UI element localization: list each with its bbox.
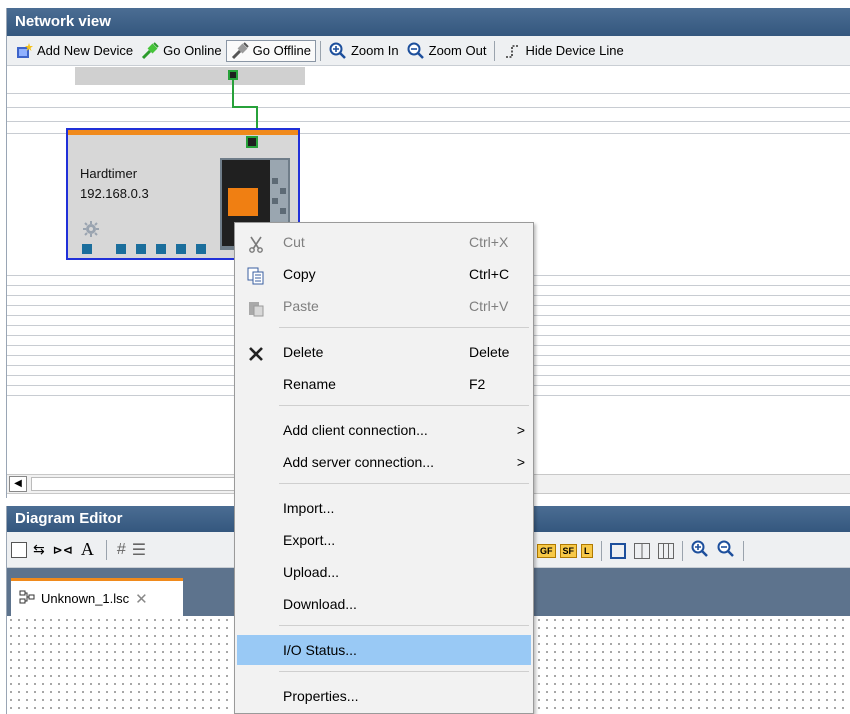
menu-item-delete[interactable]: Delete Delete: [235, 337, 533, 367]
device-port: [176, 244, 186, 254]
delete-x-icon: [247, 343, 265, 361]
menu-item-properties[interactable]: Properties...: [235, 681, 533, 711]
zoom-in-icon: [329, 42, 347, 60]
device-port: [196, 244, 206, 254]
zoom-out-icon: [407, 42, 425, 60]
menu-item-rename[interactable]: Rename F2: [235, 369, 533, 399]
select-pointer-icon[interactable]: [11, 541, 27, 558]
editor-zoom-out-icon[interactable]: [717, 540, 735, 561]
submenu-arrow-icon: >: [516, 454, 525, 470]
align-tool-icon[interactable]: ☰: [132, 540, 146, 560]
menu-item-paste[interactable]: Paste Ctrl+V: [235, 291, 533, 321]
toolbar-separator: [105, 539, 107, 560]
menu-item-upload[interactable]: Upload...: [235, 557, 533, 587]
device-port: [156, 244, 166, 254]
toolbar-separator: [742, 540, 744, 561]
network-view-toolbar: Add New Device Go Online Go Offline Zoom…: [7, 36, 850, 66]
tab-unknown-1[interactable]: Unknown_1.lsc ✕: [11, 578, 183, 616]
submenu-arrow-icon: >: [516, 422, 525, 438]
scroll-left-arrow-icon[interactable]: ◀: [9, 476, 27, 492]
toolbar-separator: [600, 540, 602, 561]
toolbar-separator: [494, 40, 496, 61]
split-view-icon[interactable]: [633, 542, 650, 559]
go-offline-label: Go Offline: [252, 43, 311, 58]
go-offline-button[interactable]: Go Offline: [225, 39, 316, 62]
editor-zoom-in-icon[interactable]: [691, 540, 709, 561]
device-port: [136, 244, 146, 254]
device-ports: [82, 244, 206, 254]
single-view-icon[interactable]: [609, 542, 626, 559]
menu-separator: [279, 671, 529, 672]
menu-item-copy[interactable]: Copy Ctrl+C: [235, 259, 533, 289]
editor-tool-group-right: GF SF L: [537, 540, 748, 561]
sf-tag-icon[interactable]: SF: [559, 543, 578, 558]
network-view-title: Network view: [7, 8, 850, 36]
menu-item-download[interactable]: Download...: [235, 589, 533, 619]
menu-separator: [279, 405, 529, 406]
close-tab-icon[interactable]: ✕: [135, 590, 148, 608]
connector-tool-icon[interactable]: ⇆: [33, 541, 45, 558]
device-line-icon: [503, 42, 521, 60]
menu-item-io-status[interactable]: I/O Status...: [237, 635, 531, 665]
toolbar-separator: [681, 540, 683, 561]
text-tool-icon[interactable]: A: [81, 539, 94, 560]
scissors-icon: [247, 233, 265, 253]
toolbar-separator: [319, 40, 321, 61]
menu-separator: [279, 483, 529, 484]
zoom-in-button[interactable]: Zoom In: [325, 40, 403, 62]
triple-view-icon[interactable]: [657, 542, 674, 559]
go-online-button[interactable]: Go Online: [137, 40, 226, 62]
scrollbar-thumb[interactable]: [31, 477, 253, 491]
gf-tag-icon[interactable]: GF: [537, 543, 556, 558]
hide-device-line-button[interactable]: Hide Device Line: [499, 40, 627, 62]
block-tool-icon[interactable]: ⊳⊲: [53, 543, 73, 557]
add-new-device-label: Add New Device: [37, 43, 134, 58]
zoom-out-label: Zoom Out: [428, 43, 487, 58]
add-new-device-button[interactable]: Add New Device: [11, 40, 137, 62]
device-accent-bar: [68, 130, 298, 135]
context-menu: Cut Ctrl+X Copy Ctrl+C Paste Ctrl+V Dele…: [234, 222, 534, 714]
zoom-in-label: Zoom In: [350, 43, 399, 58]
l-tag-icon[interactable]: L: [581, 543, 593, 558]
hide-device-line-label: Hide Device Line: [525, 43, 624, 58]
menu-item-add-client-connection[interactable]: Add client connection... >: [235, 415, 533, 445]
tab-label: Unknown_1.lsc: [41, 591, 130, 606]
go-online-label: Go Online: [163, 43, 222, 58]
add-device-icon: [15, 42, 33, 60]
menu-separator: [279, 625, 529, 626]
device-settings-gear-icon[interactable]: [82, 220, 100, 241]
menu-separator: [279, 327, 529, 328]
device-port: [116, 244, 126, 254]
device-name: Hardtimer: [80, 166, 138, 181]
paste-icon: [247, 297, 265, 317]
device-ip: 192.168.0.3: [80, 186, 149, 201]
zoom-out-button[interactable]: Zoom Out: [403, 40, 491, 62]
menu-item-cut[interactable]: Cut Ctrl+X: [235, 227, 533, 257]
menu-item-import[interactable]: Import...: [235, 493, 533, 523]
menu-item-export[interactable]: Export...: [235, 525, 533, 555]
grid-tool-icon[interactable]: #: [117, 541, 126, 559]
diagram-file-icon: [19, 590, 35, 607]
plug-online-icon: [141, 41, 159, 60]
device-port: [82, 244, 92, 254]
device-network-port-icon: [246, 136, 258, 148]
menu-item-add-server-connection[interactable]: Add server connection... >: [235, 447, 533, 477]
plug-offline-icon: [231, 41, 249, 60]
copy-icon: [247, 265, 265, 285]
